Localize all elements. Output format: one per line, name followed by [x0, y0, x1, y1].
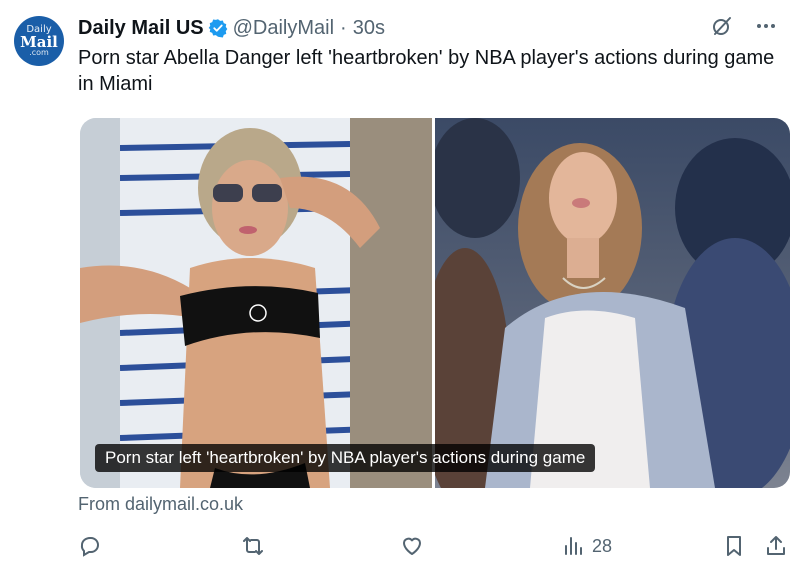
grok-icon[interactable]	[710, 14, 734, 38]
post-header: Daily Mail US @DailyMail · 30s	[78, 14, 385, 42]
repost-button[interactable]	[241, 534, 265, 558]
post-timestamp[interactable]: 30s	[353, 17, 385, 40]
separator-dot: ·	[340, 16, 347, 39]
more-icon[interactable]	[754, 14, 778, 38]
avatar[interactable]: Daily Mail .com	[14, 16, 64, 66]
media-image-right	[435, 118, 790, 488]
avatar-text-line3: .com	[29, 48, 49, 57]
author-name[interactable]: Daily Mail US	[78, 17, 204, 40]
verified-badge-icon	[208, 18, 228, 38]
views-button[interactable]: 28	[562, 534, 612, 558]
media-image-left	[80, 118, 432, 488]
bookmark-icon	[727, 536, 741, 556]
share-button[interactable]	[764, 534, 788, 558]
post-top-actions	[710, 14, 778, 38]
link-card-media[interactable]	[80, 118, 790, 488]
reply-icon	[80, 537, 99, 557]
views-count: 28	[592, 535, 613, 556]
share-icon	[767, 536, 785, 555]
views-icon	[565, 537, 582, 555]
bookmark-button[interactable]	[722, 534, 746, 558]
repost-icon	[243, 537, 263, 555]
link-source[interactable]: From dailymail.co.uk	[78, 494, 243, 515]
author-handle[interactable]: @DailyMail	[233, 17, 334, 40]
post-text: Porn star Abella Danger left 'heartbroke…	[78, 47, 775, 95]
post-action-bar: 28	[0, 534, 800, 560]
media-caption: Porn star left 'heartbroken' by NBA play…	[95, 444, 596, 472]
avatar-text-line1: Daily	[26, 24, 52, 35]
like-icon	[403, 537, 421, 555]
like-button[interactable]	[400, 534, 424, 558]
reply-button[interactable]	[78, 534, 102, 558]
avatar-text-line2: Mail	[20, 33, 58, 51]
